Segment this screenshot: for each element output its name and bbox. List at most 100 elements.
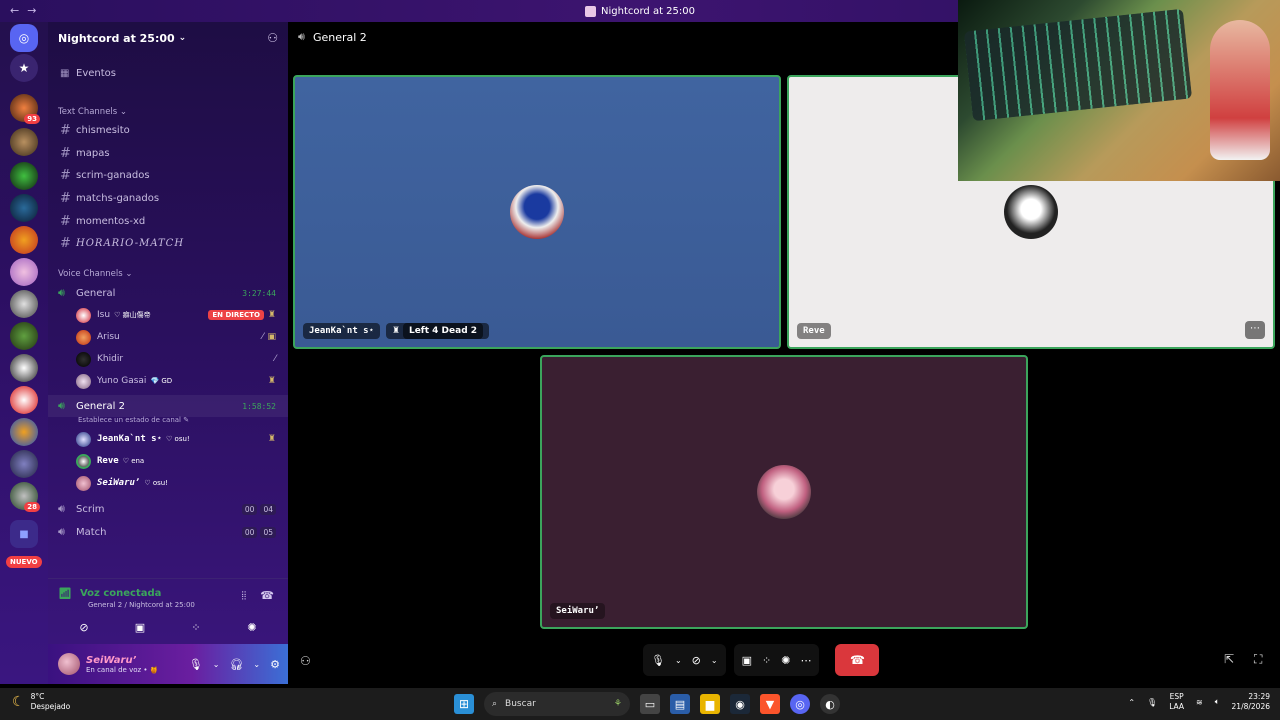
speaker-icon: 🔊︎ xyxy=(58,525,65,538)
voice-channel-scrim[interactable]: 🔊︎ Scrim 00 04 xyxy=(48,498,288,520)
microphone-icon[interactable]: 🎙︎ xyxy=(651,654,665,667)
server-icon-10[interactable] xyxy=(10,386,38,414)
server-icon-6[interactable] xyxy=(10,258,38,286)
text-channels-category[interactable]: Text Channels ⌄ xyxy=(58,107,127,117)
screen-share-button[interactable]: ▣ xyxy=(115,617,165,637)
channel-matchs-ganados[interactable]: # matchs-ganados xyxy=(48,187,288,209)
user-avatar[interactable] xyxy=(58,653,80,675)
server-icon-4[interactable] xyxy=(10,194,38,222)
chevron-down-icon[interactable]: ⌄ xyxy=(675,656,682,665)
invite-people-icon[interactable]: ⚇ xyxy=(267,31,278,45)
activities-button[interactable]: ⁘ xyxy=(171,617,221,637)
end-call-button[interactable]: ☎ xyxy=(835,644,880,676)
voice-user-seiwaru[interactable]: SeiWaruʼ ♡ osu! xyxy=(76,473,288,493)
voice-channel-general-2[interactable]: 🔊︎ General 2 1:58:52 xyxy=(48,395,288,417)
user-tag: 💎 GD xyxy=(150,377,173,385)
speaker-icon: 🔊︎ xyxy=(58,286,65,299)
store-icon[interactable]: ▤ xyxy=(670,694,690,714)
folder-icon[interactable]: ■ xyxy=(10,520,38,548)
hand-image xyxy=(1210,20,1270,160)
voice-user-khidir[interactable]: Khidir ⁄ xyxy=(76,349,288,369)
voice-location[interactable]: General 2 / Nightcord at 25:00 xyxy=(88,601,195,609)
server-icon-5[interactable] xyxy=(10,226,38,254)
weather-widget[interactable]: ☾ 8°C Despejado xyxy=(12,692,70,711)
steam-icon[interactable]: ◉ xyxy=(730,694,750,714)
activity-icon: ♜ xyxy=(267,434,276,444)
discord-icon[interactable]: ◎ xyxy=(790,694,810,714)
camera-off-button[interactable]: ⊘ xyxy=(59,617,109,637)
channel-chismesito[interactable]: # chismesito xyxy=(48,119,288,141)
server-icon-3[interactable] xyxy=(10,162,38,190)
windows-start-icon[interactable]: ⊞ xyxy=(454,694,474,714)
volume-icon[interactable]: 🔈︎ xyxy=(1215,697,1220,707)
settings-gear-icon[interactable]: ⚙ xyxy=(270,658,280,671)
new-badge[interactable]: NUEVO xyxy=(6,556,42,568)
nav-arrows: ← → xyxy=(10,4,36,17)
pop-out-icon[interactable]: ⇱ xyxy=(1224,652,1234,666)
live-badge: EN DIRECTO xyxy=(208,310,264,320)
voice-channel-general[interactable]: 🔊︎ General 3:27:44 xyxy=(48,282,288,304)
server-icon-7[interactable] xyxy=(10,290,38,318)
camera-off-icon[interactable]: ⊘ xyxy=(692,654,701,667)
activities-icon[interactable]: ⁘ xyxy=(762,654,771,667)
microphone-icon[interactable]: 🎙︎ xyxy=(189,658,203,671)
more-options-icon[interactable]: ⋯ xyxy=(1245,321,1265,339)
task-view-icon[interactable]: ▭ xyxy=(640,694,660,714)
server-icon-2[interactable] xyxy=(10,128,38,156)
brave-icon[interactable]: ▼ xyxy=(760,694,780,714)
events-label: Eventos xyxy=(76,67,116,79)
discord-home-icon[interactable]: ◎ xyxy=(10,24,38,52)
microphone-icon[interactable]: 🎙︎ xyxy=(1147,698,1157,707)
channel-momentos-xd[interactable]: # momentos-xd xyxy=(48,210,288,232)
headphones-icon[interactable]: 🎧︎ xyxy=(229,658,243,671)
wifi-icon[interactable]: ≋ xyxy=(1196,698,1203,707)
channel-scrim-ganados[interactable]: # scrim-ganados xyxy=(48,164,288,186)
hash-icon: # xyxy=(60,190,71,206)
voice-user-isu[interactable]: Isu ♡ 癖山傷帝 EN DIRECTO ♜ xyxy=(76,305,288,325)
forward-arrow-icon[interactable]: → xyxy=(27,4,36,17)
participant-tile-seiwaru[interactable]: SeiWaruʼ xyxy=(540,355,1028,629)
more-icon[interactable]: ⋯ xyxy=(800,654,811,667)
disconnect-icon[interactable]: ☎ xyxy=(260,589,274,603)
file-explorer-icon[interactable]: ▆ xyxy=(700,694,720,714)
channel-status-prompt[interactable]: Establece un estado de canal ✎ xyxy=(78,416,189,424)
voice-user-reve[interactable]: Reve ♡ ena xyxy=(76,451,288,471)
invite-to-call-icon[interactable]: ⚇ xyxy=(300,654,311,668)
fullscreen-icon[interactable]: ⛶ xyxy=(1254,652,1262,667)
chevron-down-icon[interactable]: ⌄ xyxy=(253,660,260,669)
self-camera-preview[interactable] xyxy=(958,0,1280,181)
star-icon[interactable]: ★ xyxy=(10,54,38,82)
participant-tile-jeanka[interactable]: JeanKa`nt s⋆ ♜ Left 4 Dead 2 xyxy=(293,75,781,349)
soundboard-icon[interactable]: ✺ xyxy=(781,654,790,667)
back-arrow-icon[interactable]: ← xyxy=(10,4,19,17)
clock[interactable]: 23:29 21/8/2026 xyxy=(1232,692,1270,712)
voice-user-jeanka[interactable]: JeanKa`nt s⋆ ♡ osu! ♜ xyxy=(76,429,288,449)
server-icon-12[interactable] xyxy=(10,450,38,478)
server-icon-11[interactable] xyxy=(10,418,38,446)
chevron-up-icon[interactable]: ⌃ xyxy=(1128,698,1135,707)
channel-mapas[interactable]: # mapas xyxy=(48,142,288,164)
chevron-down-icon[interactable]: ⌄ xyxy=(711,656,718,665)
server-icon-13[interactable]: 28 xyxy=(10,482,40,512)
obs-icon[interactable]: ◐ xyxy=(820,694,840,714)
taskbar-search[interactable]: ⌕ Buscar ⚘ xyxy=(484,692,630,716)
voice-channel-match[interactable]: 🔊︎ Match 00 05 xyxy=(48,521,288,543)
chevron-down-icon[interactable]: ⌄ xyxy=(213,660,220,669)
unread-badge: 28 xyxy=(24,502,40,512)
signal-icon[interactable]: 📶︎ xyxy=(58,587,72,600)
language-indicator[interactable]: ESP LAA xyxy=(1169,692,1184,712)
user-info[interactable]: SeiWaruʼ En canal de voz • 🍯 xyxy=(86,655,159,674)
server-icon-9[interactable] xyxy=(10,354,38,382)
voice-user-arisu[interactable]: Arisu ⁄ ▣ xyxy=(76,327,288,347)
events-item[interactable]: ▦ Eventos xyxy=(48,62,288,84)
screen-share-icon[interactable]: ▣ xyxy=(742,654,752,667)
app-icon xyxy=(585,5,596,17)
server-icon-1[interactable]: 93 xyxy=(10,94,40,124)
soundboard-button[interactable]: ✺ xyxy=(227,617,277,637)
noise-suppression-icon[interactable]: ⦙⦙ xyxy=(241,589,246,603)
server-icon-8[interactable] xyxy=(10,322,38,350)
voice-user-yuno-gasai[interactable]: Yuno Gasai 💎 GD ♜ xyxy=(76,371,288,391)
channel-horario-match[interactable]: # HORARIO-MATCH xyxy=(48,232,288,254)
voice-channels-category[interactable]: Voice Channels ⌄ xyxy=(58,269,132,279)
server-header[interactable]: Nightcord at 25:00 ⌄ ⚇ xyxy=(48,22,288,54)
